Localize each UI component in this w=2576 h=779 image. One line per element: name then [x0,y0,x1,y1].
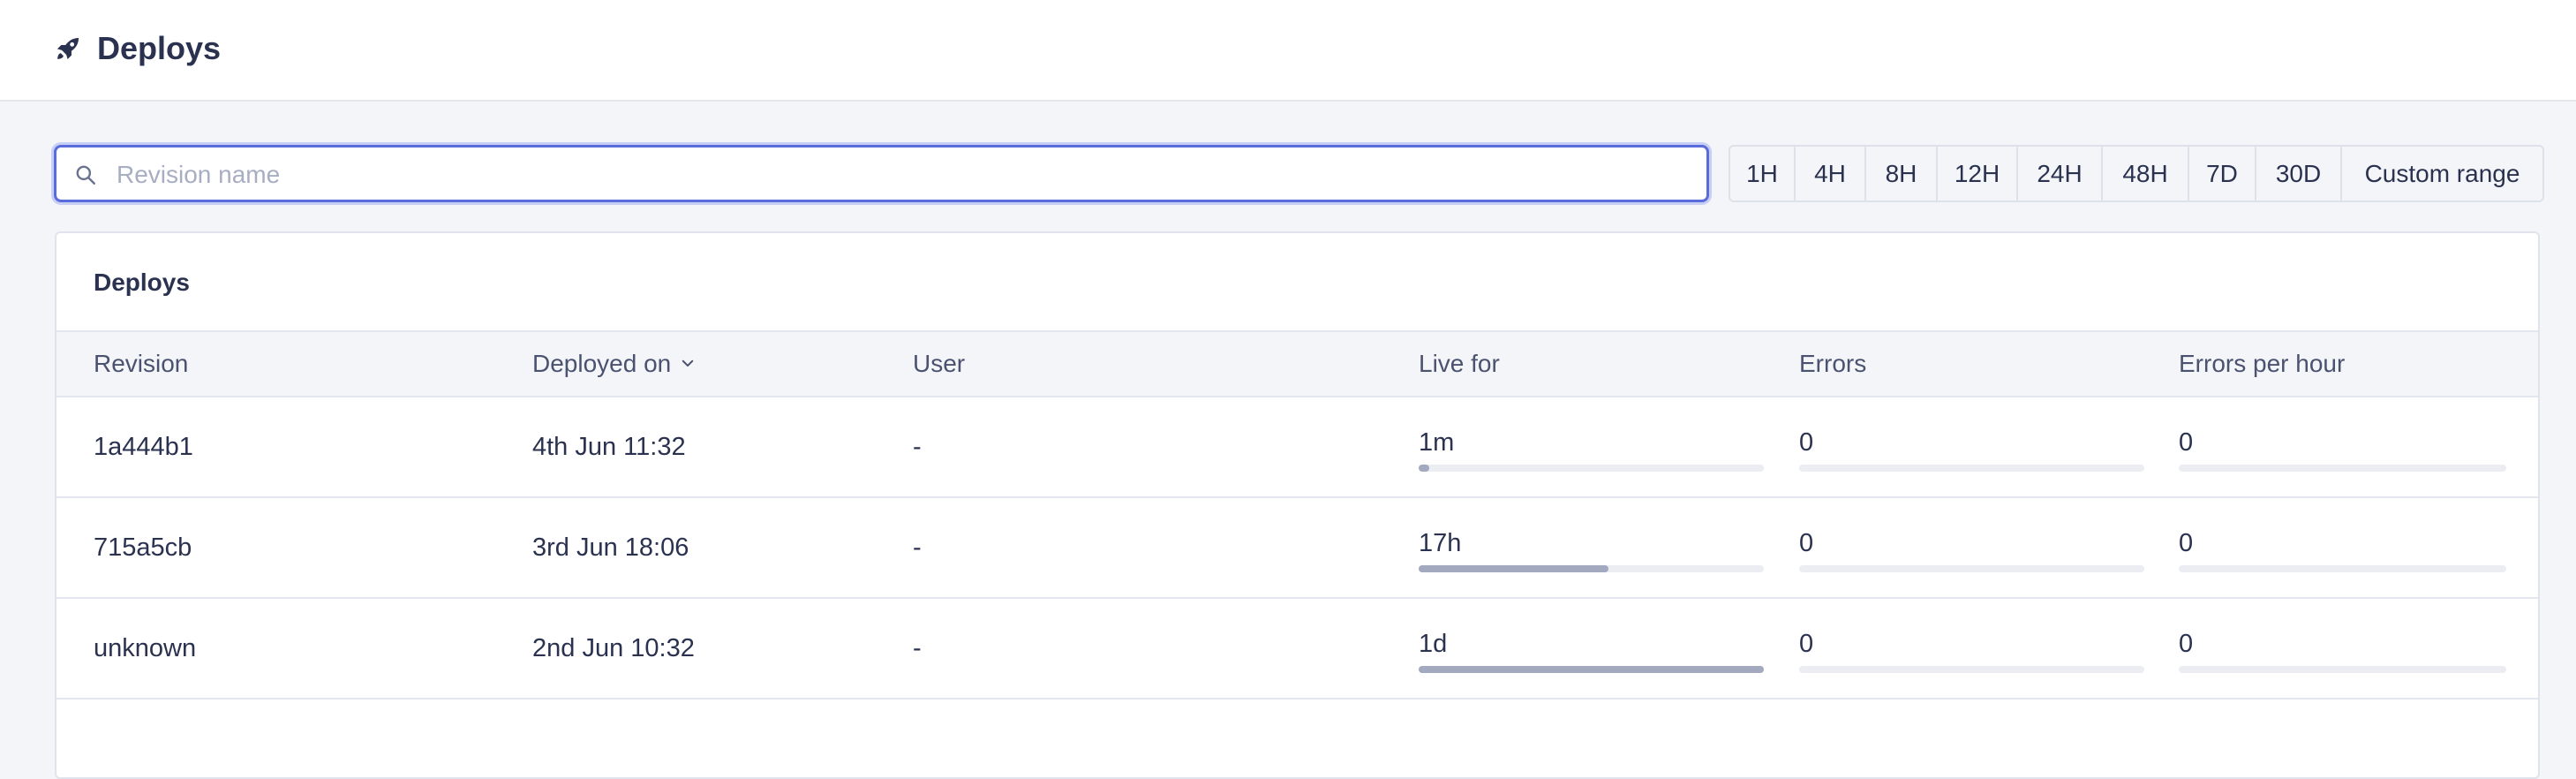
live-for-cell: 1m [1419,428,1764,472]
errors-cell: 0 [1799,630,2144,673]
chevron-down-icon [682,359,694,367]
errors-bar [1799,465,2144,472]
column-header-deployed-on-label: Deployed on [532,350,672,377]
column-header-errors-per-hour[interactable]: Errors per hour [2179,332,2345,396]
errors-per-hour-cell: 0 [2179,428,2506,472]
column-header-deployed-on[interactable]: Deployed on [532,332,696,396]
column-header-errors[interactable]: Errors [1799,332,1866,396]
card-title: Deploys [94,268,190,296]
revision-cell[interactable]: 715a5cb [94,532,192,563]
user-cell: - [913,433,922,461]
errors-value: 0 [1799,428,1814,457]
live-for-bar-fill [1419,565,1609,572]
range-30d-button[interactable]: 30D [2256,147,2342,200]
range-48h-button[interactable]: 48H [2103,147,2189,200]
table-row[interactable]: unknown 2nd Jun 10:32 - 1d 0 0 [56,599,2538,700]
live-for-value: 1m [1419,428,1455,457]
table-row[interactable]: 715a5cb 3rd Jun 18:06 - 17h 0 0 [56,498,2538,599]
errors-per-hour-bar [2179,465,2506,472]
live-for-bar [1419,465,1764,472]
table-row[interactable]: 1a444b1 4th Jun 11:32 - 1m 0 0 [56,397,2538,498]
revision-cell[interactable]: 1a444b1 [94,431,193,463]
deployed-on-cell: 4th Jun 11:32 [532,433,686,461]
user-cell: - [913,533,922,562]
table-header: Revision Deployed on User Live for Error… [56,330,2538,397]
errors-per-hour-value: 0 [2179,428,2194,457]
live-for-cell: 1d [1419,630,1764,673]
search-icon [76,165,95,185]
deployed-on-cell: 2nd Jun 10:32 [532,634,695,662]
live-for-value: 1d [1419,630,1448,658]
revision-search-field[interactable] [54,145,1709,202]
rocket-icon [56,37,79,60]
errors-per-hour-value: 0 [2179,529,2194,557]
page-title: Deploys [97,30,222,66]
range-24h-button[interactable]: 24H [2018,147,2103,200]
search-input[interactable] [115,153,1690,197]
column-header-user[interactable]: User [913,332,965,396]
user-cell: - [913,634,922,662]
live-for-bar [1419,565,1764,572]
errors-cell: 0 [1799,428,2144,472]
errors-value: 0 [1799,630,1814,658]
errors-per-hour-bar [2179,565,2506,572]
range-4h-button[interactable]: 4H [1796,147,1866,200]
live-for-bar [1419,666,1764,673]
deployed-on-cell: 3rd Jun 18:06 [532,533,689,562]
live-for-bar-fill [1419,465,1429,472]
errors-per-hour-cell: 0 [2179,630,2506,673]
range-12h-button[interactable]: 12H [1938,147,2018,200]
errors-bar [1799,565,2144,572]
live-for-value: 17h [1419,529,1462,557]
range-custom-button[interactable]: Custom range [2342,147,2542,200]
deploys-card: Deploys Revision Deployed on User Live f… [55,231,2540,779]
errors-per-hour-value: 0 [2179,630,2194,658]
column-header-revision[interactable]: Revision [94,332,188,396]
revision-cell[interactable]: unknown [94,632,196,664]
time-range-selector: 1H 4H 8H 12H 24H 48H 7D 30D Custom range [1729,145,2544,202]
page-header: Deploys [0,0,2576,102]
errors-value: 0 [1799,529,1814,557]
errors-cell: 0 [1799,529,2144,572]
range-1h-button[interactable]: 1H [1730,147,1796,200]
live-for-cell: 17h [1419,529,1764,572]
range-8h-button[interactable]: 8H [1866,147,1938,200]
range-7d-button[interactable]: 7D [2189,147,2256,200]
errors-per-hour-bar [2179,666,2506,673]
live-for-bar-fill [1419,666,1764,673]
errors-per-hour-cell: 0 [2179,529,2506,572]
errors-bar [1799,666,2144,673]
column-header-live-for[interactable]: Live for [1419,332,1500,396]
